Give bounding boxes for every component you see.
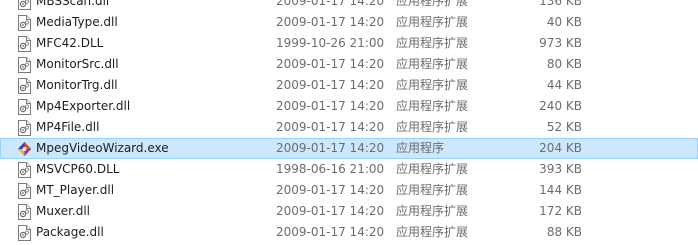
dll-file-icon	[17, 57, 32, 73]
file-name: MonitorTrg.dll	[36, 78, 118, 92]
file-row-selected[interactable]: MpegVideoWizard.exe 2009-01-17 14:20 应用程…	[0, 138, 698, 159]
file-modified-date: 2009-01-17 14:20	[276, 15, 385, 29]
file-row[interactable]: MT_Player.dll 2009-01-17 14:20 应用程序扩展 14…	[0, 180, 698, 201]
file-type: 应用程序扩展	[396, 99, 469, 113]
file-name: MSVCP60.DLL	[36, 162, 120, 176]
file-modified-date: 2009-01-17 14:20	[276, 120, 385, 134]
dll-file-icon	[17, 225, 32, 241]
file-type: 应用程序扩展	[396, 225, 469, 239]
file-modified-date: 1999-10-26 21:00	[276, 36, 385, 50]
file-type: 应用程序扩展	[396, 120, 469, 134]
file-name: Package.dll	[36, 225, 104, 239]
file-type: 应用程序	[396, 141, 445, 155]
file-row[interactable]: MonitorSrc.dll 2009-01-17 14:20 应用程序扩展 8…	[0, 54, 698, 75]
file-row[interactable]: MSVCP60.DLL 1998-06-16 21:00 应用程序扩展 393 …	[0, 159, 698, 180]
file-name: MBSScan.dll	[36, 0, 110, 8]
file-size: 136 KB	[539, 0, 582, 8]
file-type: 应用程序扩展	[396, 57, 469, 71]
file-type: 应用程序扩展	[396, 78, 469, 92]
file-row[interactable]: MediaType.dll 2009-01-17 14:20 应用程序扩展 40…	[0, 12, 698, 33]
file-name: MonitorSrc.dll	[36, 57, 119, 71]
dll-file-icon	[17, 0, 32, 10]
file-row[interactable]: MonitorTrg.dll 2009-01-17 14:20 应用程序扩展 4…	[0, 75, 698, 96]
file-name: Mp4Exporter.dll	[36, 99, 131, 113]
dll-file-icon	[17, 183, 32, 199]
file-modified-date: 2009-01-17 14:20	[276, 57, 385, 71]
file-size: 172 KB	[539, 204, 582, 218]
file-size: 973 KB	[539, 36, 582, 50]
file-size: 88 KB	[546, 225, 582, 239]
file-name: Muxer.dll	[36, 204, 91, 218]
file-size: 44 KB	[546, 78, 582, 92]
file-row[interactable]: MBSScan.dll 2009-01-17 14:20 应用程序扩展 136 …	[0, 0, 698, 12]
file-modified-date: 2009-01-17 14:20	[276, 204, 385, 218]
file-row[interactable]: Muxer.dll 2009-01-17 14:20 应用程序扩展 172 KB	[0, 201, 698, 222]
file-size: 52 KB	[546, 120, 582, 134]
file-modified-date: 2009-01-17 14:20	[276, 183, 385, 197]
dll-file-icon	[17, 120, 32, 136]
file-type: 应用程序扩展	[396, 204, 469, 218]
file-name: MP4File.dll	[36, 120, 100, 134]
file-name: MT_Player.dll	[36, 183, 115, 197]
file-modified-date: 2009-01-17 14:20	[276, 99, 385, 113]
dll-file-icon	[17, 15, 32, 31]
file-type: 应用程序扩展	[396, 162, 469, 176]
dll-file-icon	[17, 78, 32, 94]
file-row[interactable]: Package.dll 2009-01-17 14:20 应用程序扩展 88 K…	[0, 222, 698, 243]
file-list: MBSScan.dll 2009-01-17 14:20 应用程序扩展 136 …	[0, 0, 698, 243]
file-size: 240 KB	[539, 99, 582, 113]
file-name: MFC42.DLL	[36, 36, 104, 50]
file-name: MpegVideoWizard.exe	[36, 141, 169, 155]
dll-file-icon	[17, 162, 32, 178]
file-name: MediaType.dll	[36, 15, 118, 29]
file-modified-date: 1998-06-16 21:00	[276, 162, 385, 176]
dll-file-icon	[17, 204, 32, 220]
file-type: 应用程序扩展	[396, 36, 469, 50]
dll-file-icon	[17, 36, 32, 52]
file-size: 144 KB	[539, 183, 582, 197]
file-type: 应用程序扩展	[396, 15, 469, 29]
file-size: 40 KB	[546, 15, 582, 29]
file-modified-date: 2009-01-17 14:20	[276, 141, 385, 155]
file-type: 应用程序扩展	[396, 0, 469, 8]
file-modified-date: 2009-01-17 14:20	[276, 0, 385, 8]
file-row[interactable]: Mp4Exporter.dll 2009-01-17 14:20 应用程序扩展 …	[0, 96, 698, 117]
file-size: 204 KB	[539, 141, 582, 155]
dll-file-icon	[17, 99, 32, 115]
file-type: 应用程序扩展	[396, 183, 469, 197]
app-exe-icon	[17, 141, 32, 157]
file-row[interactable]: MFC42.DLL 1999-10-26 21:00 应用程序扩展 973 KB	[0, 33, 698, 54]
file-modified-date: 2009-01-17 14:20	[276, 225, 385, 239]
file-size: 393 KB	[539, 162, 582, 176]
file-row[interactable]: MP4File.dll 2009-01-17 14:20 应用程序扩展 52 K…	[0, 117, 698, 138]
file-size: 80 KB	[546, 57, 582, 71]
file-modified-date: 2009-01-17 14:20	[276, 78, 385, 92]
